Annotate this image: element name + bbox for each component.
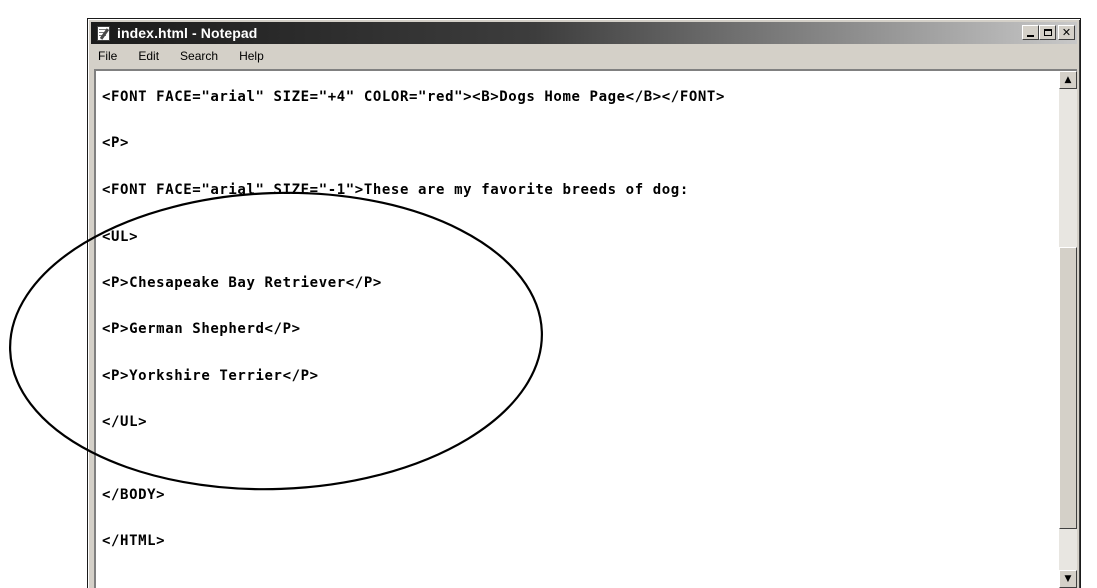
menu-bar: File Edit Search Help <box>94 46 277 66</box>
menu-search[interactable]: Search <box>180 49 218 63</box>
menu-edit[interactable]: Edit <box>138 49 159 63</box>
code-line[interactable]: <P>Chesapeake Bay Retriever</P> <box>102 275 382 291</box>
code-line[interactable]: </BODY> <box>102 487 165 503</box>
scroll-up-button[interactable]: ▲ <box>1059 71 1077 89</box>
code-line[interactable]: <P>Yorkshire Terrier</P> <box>102 368 319 384</box>
minimize-icon <box>1027 35 1034 37</box>
text-editor[interactable]: <FONT FACE="arial" SIZE="+4" COLOR="red"… <box>94 69 1077 588</box>
menu-file[interactable]: File <box>98 49 117 63</box>
scrollbar-thumb[interactable] <box>1059 247 1077 529</box>
maximize-icon <box>1043 29 1052 36</box>
arrow-up-icon: ▲ <box>1064 75 1072 85</box>
code-line[interactable]: </HTML> <box>102 533 165 549</box>
minimize-button[interactable] <box>1022 25 1039 40</box>
scroll-down-button[interactable]: ▼ <box>1059 570 1077 588</box>
code-line[interactable]: <FONT FACE="arial" SIZE="-1">These are m… <box>102 182 689 198</box>
notepad-window: index.html - Notepad ✕ File Edit Search … <box>87 18 1081 588</box>
window-title: index.html - Notepad <box>117 25 258 41</box>
code-line[interactable]: <UL> <box>102 229 138 245</box>
vertical-scrollbar[interactable]: ▲ ▼ <box>1059 71 1077 588</box>
close-icon: ✕ <box>1061 26 1072 39</box>
code-line[interactable]: <FONT FACE="arial" SIZE="+4" COLOR="red"… <box>102 89 725 105</box>
menu-help[interactable]: Help <box>239 49 264 63</box>
maximize-button[interactable] <box>1039 25 1056 40</box>
code-line[interactable]: <P> <box>102 135 129 151</box>
arrow-down-icon: ▼ <box>1064 574 1072 584</box>
window-controls: ✕ <box>1022 25 1075 40</box>
code-line[interactable]: <P>German Shepherd</P> <box>102 321 301 337</box>
code-line[interactable]: </UL> <box>102 414 147 430</box>
title-bar[interactable]: index.html - Notepad ✕ <box>91 22 1077 44</box>
close-button[interactable]: ✕ <box>1058 25 1075 40</box>
notepad-icon[interactable] <box>95 25 111 41</box>
